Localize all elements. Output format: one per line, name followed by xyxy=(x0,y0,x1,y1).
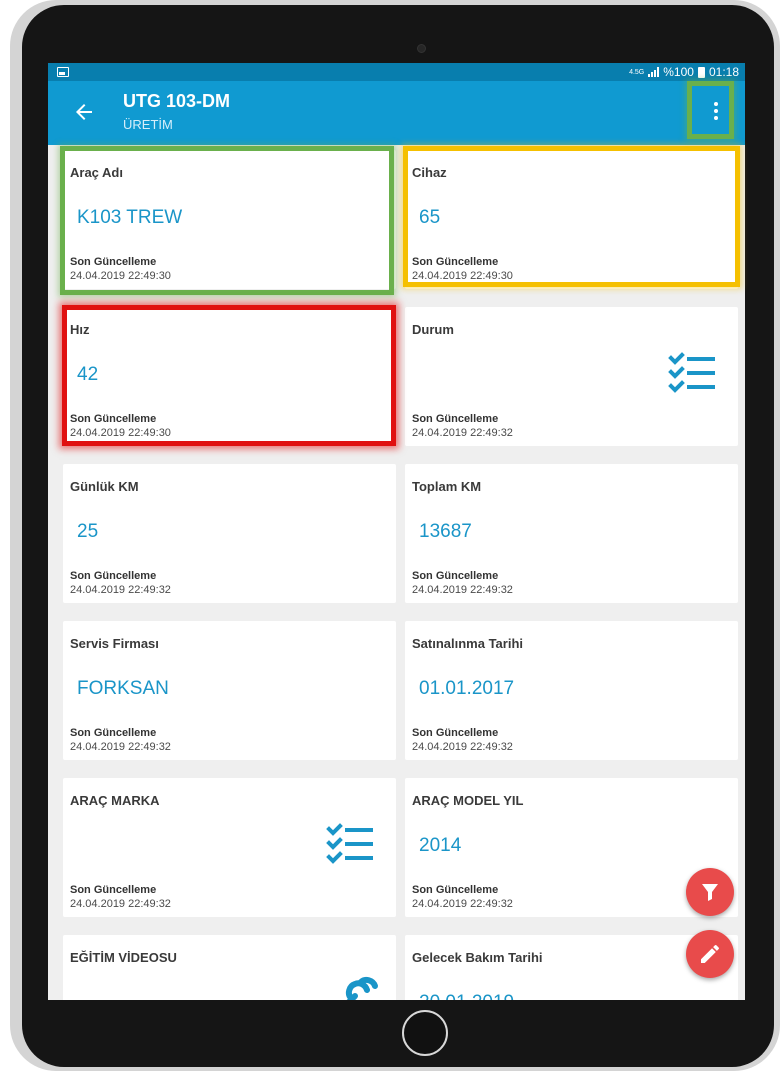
card-label: Toplam KM xyxy=(412,479,482,494)
gallery-notification-icon xyxy=(57,67,69,77)
status-indicators: 4.5G %100 01:18 xyxy=(629,65,739,79)
last-update-label: Son Güncelleme xyxy=(70,727,157,739)
card-value: 13687 xyxy=(419,521,472,542)
last-update-label: Son Güncelleme xyxy=(70,570,157,582)
card-value: 42 xyxy=(77,364,99,385)
checklist-icon xyxy=(667,352,715,396)
card-toplam-km[interactable]: Toplam KM 13687 Son Güncelleme 24.04.201… xyxy=(405,464,738,603)
card-value: 20.01.2019 xyxy=(419,992,514,1000)
card-value: 25 xyxy=(77,521,99,542)
last-update-time: 24.04.2019 22:49:30 xyxy=(70,270,171,282)
battery-icon xyxy=(697,66,705,78)
card-label: Hız xyxy=(70,322,90,337)
app-screen: 4.5G %100 01:18 UTG 103-DM ÜRETİM Araç A… xyxy=(48,63,745,1000)
last-update-time: 24.04.2019 22:49:30 xyxy=(70,427,171,439)
card-satinalinma-tarihi[interactable]: Satınalınma Tarihi 01.01.2017 Son Güncel… xyxy=(405,621,738,760)
card-label: Gelecek Bakım Tarihi xyxy=(412,950,543,965)
card-value: K103 TREW xyxy=(77,207,183,228)
last-update-time: 24.04.2019 22:49:32 xyxy=(412,741,513,753)
last-update-label: Son Güncelleme xyxy=(70,256,157,268)
card-label: ARAÇ MODEL YIL xyxy=(412,793,524,808)
card-label: Satınalınma Tarihi xyxy=(412,636,524,651)
last-update-label: Son Güncelleme xyxy=(412,256,499,268)
card-label: EĞİTİM VİDEOSU xyxy=(70,950,177,965)
card-label: Cihaz xyxy=(412,165,447,180)
card-durum[interactable]: Durum Son Güncelleme 24.04.2019 22:49:32 xyxy=(405,307,738,446)
card-value: FORKSAN xyxy=(77,678,169,699)
last-update-time: 24.04.2019 22:49:32 xyxy=(412,427,513,439)
card-arac-marka[interactable]: ARAÇ MARKA Son Güncelleme 24.04.2019 22:… xyxy=(63,778,396,917)
last-update-label: Son Güncelleme xyxy=(412,884,499,896)
card-arac-adi[interactable]: Araç Adı K103 TREW Son Güncelleme 24.04.… xyxy=(63,150,396,289)
checklist-icon xyxy=(325,823,373,867)
card-value: 01.01.2017 xyxy=(419,678,515,699)
page-title: UTG 103-DM xyxy=(123,91,231,111)
last-update-time: 24.04.2019 22:49:32 xyxy=(70,898,171,910)
link-icon xyxy=(331,968,379,1000)
card-label: ARAÇ MARKA xyxy=(70,793,160,808)
last-update-time: 24.04.2019 22:49:32 xyxy=(70,741,171,753)
card-label: Durum xyxy=(412,322,454,337)
back-arrow-icon[interactable] xyxy=(72,100,96,124)
card-label: Araç Adı xyxy=(70,165,123,180)
overflow-menu-icon[interactable] xyxy=(696,88,736,134)
card-cihaz[interactable]: Cihaz 65 Son Güncelleme 24.04.2019 22:49… xyxy=(405,150,738,289)
edit-button[interactable] xyxy=(686,930,734,978)
home-button[interactable] xyxy=(402,1010,448,1056)
filter-button[interactable] xyxy=(686,868,734,916)
last-update-time: 24.04.2019 22:49:32 xyxy=(70,584,171,596)
card-label: Günlük KM xyxy=(70,479,139,494)
last-update-label: Son Güncelleme xyxy=(412,413,499,425)
card-gunluk-km[interactable]: Günlük KM 25 Son Güncelleme 24.04.2019 2… xyxy=(63,464,396,603)
clock: 01:18 xyxy=(708,65,739,79)
last-update-label: Son Güncelleme xyxy=(412,727,499,739)
card-hiz[interactable]: Hız 42 Son Güncelleme 24.04.2019 22:49:3… xyxy=(63,307,396,446)
last-update-label: Son Güncelleme xyxy=(70,413,157,425)
card-servis-firmasi[interactable]: Servis Firması FORKSAN Son Güncelleme 24… xyxy=(63,621,396,760)
last-update-time: 24.04.2019 22:49:30 xyxy=(412,270,513,282)
last-update-label: Son Güncelleme xyxy=(70,884,157,896)
status-bar: 4.5G %100 01:18 xyxy=(48,63,745,81)
front-camera xyxy=(417,44,426,53)
last-update-time: 24.04.2019 22:49:32 xyxy=(412,898,513,910)
page-subtitle: ÜRETİM xyxy=(123,117,173,132)
network-type: 4.5G xyxy=(629,68,645,76)
last-update-label: Son Güncelleme xyxy=(412,570,499,582)
card-value: 2014 xyxy=(419,835,462,856)
battery-percent: %100 xyxy=(663,65,694,79)
card-egitim-videosu[interactable]: EĞİTİM VİDEOSU xyxy=(63,935,396,1000)
app-bar: UTG 103-DM ÜRETİM xyxy=(48,81,745,145)
card-label: Servis Firması xyxy=(70,636,159,651)
card-value: 65 xyxy=(419,207,441,228)
last-update-time: 24.04.2019 22:49:32 xyxy=(412,584,513,596)
signal-icon xyxy=(648,67,660,77)
